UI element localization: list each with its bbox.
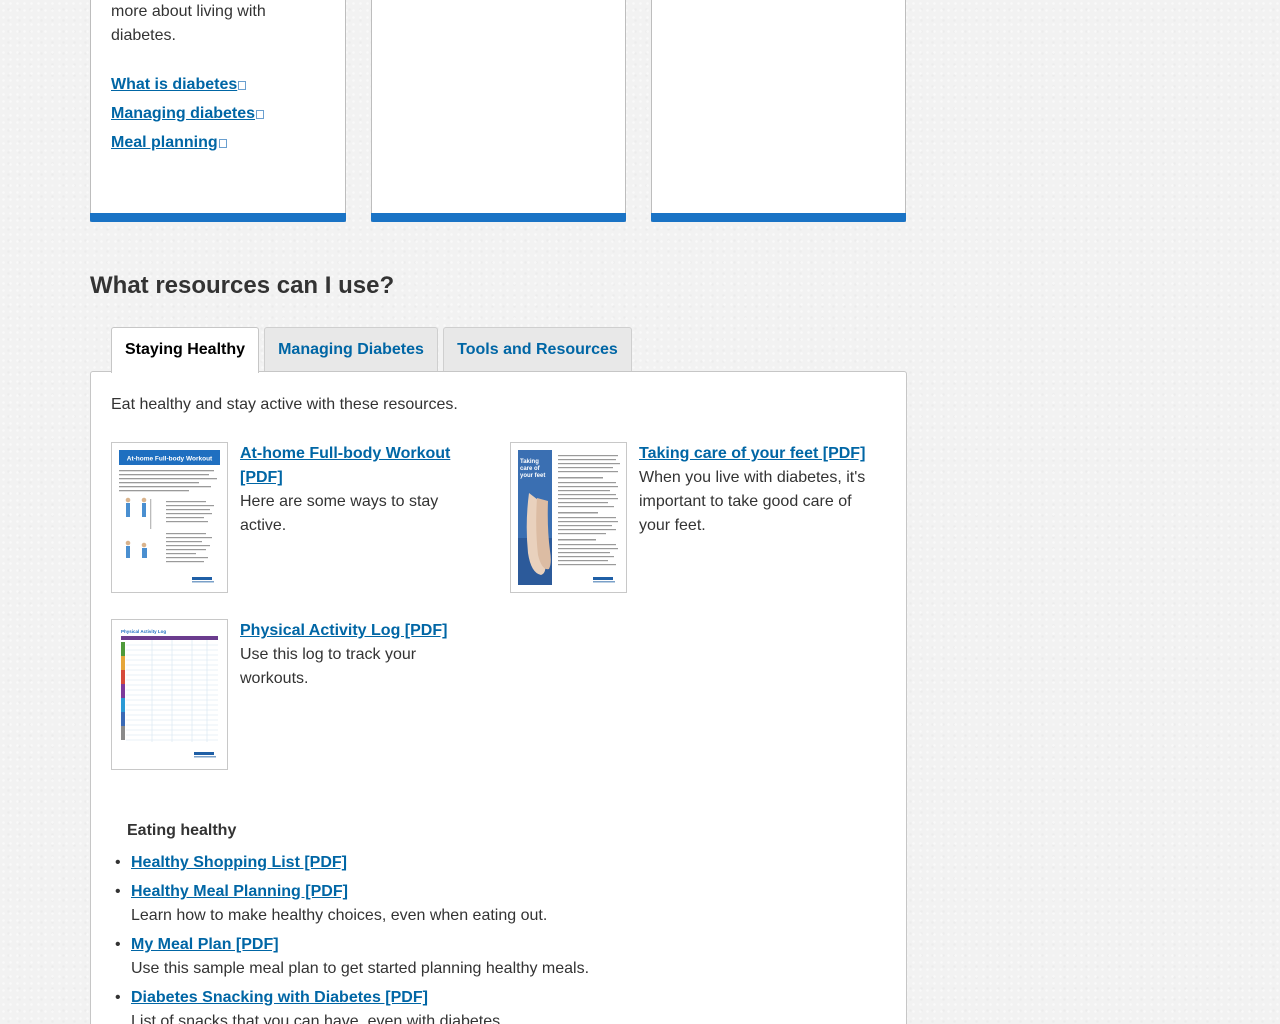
list-item: Healthy Shopping List [PDF]: [115, 851, 831, 875]
what-is-diabetes-link[interactable]: What is diabetes: [111, 76, 247, 93]
card-link-item: Managing diabetes: [111, 102, 265, 131]
info-card-2: [371, 0, 626, 222]
thumb-heading: At-home Full-body Workout: [127, 456, 213, 463]
panel-intro: Eat healthy and stay active with these r…: [111, 396, 458, 413]
tab-staying-healthy[interactable]: Staying Healthy: [111, 327, 259, 373]
meal-planning-link[interactable]: Meal planning: [111, 134, 227, 151]
card-link-item: Meal planning: [111, 131, 264, 160]
managing-diabetes-link[interactable]: Managing diabetes: [111, 105, 265, 122]
svg-text:care of: care of: [520, 466, 541, 472]
link-label: What is diabetes: [111, 76, 238, 93]
list-item-description: Learn how to make healthy choices, even …: [131, 907, 548, 924]
tab-managing-diabetes[interactable]: Managing Diabetes: [264, 327, 438, 371]
svg-text:Taking: Taking: [520, 459, 539, 465]
diabetes-snacking-link[interactable]: Diabetes Snacking with Diabetes [PDF]: [131, 989, 428, 1006]
healthy-shopping-list-link[interactable]: Healthy Shopping List [PDF]: [131, 854, 347, 871]
resources-heading: What resources can I use?: [90, 272, 395, 299]
healthy-meal-planning-link[interactable]: Healthy Meal Planning [PDF]: [131, 883, 348, 900]
tab-tools-and-resources[interactable]: Tools and Resources: [443, 327, 632, 371]
feet-pdf-link[interactable]: Taking care of your feet [PDF]: [639, 442, 879, 466]
list-item-description: Use this sample meal plan to get started…: [131, 960, 590, 977]
workout-pdf-link[interactable]: At-home Full-body Workout [PDF]: [240, 442, 470, 490]
external-link-icon: [238, 81, 247, 90]
tab-panel-staying-healthy: Eat healthy and stay active with these r…: [90, 371, 907, 1024]
list-item: My Meal Plan [PDF] Use this sample meal …: [115, 933, 831, 981]
card-link-item: What is diabetes: [111, 73, 264, 102]
workout-pdf-thumbnail[interactable]: At-home Full-body Workout: [111, 442, 228, 593]
info-card-1: more about living with diabetes. What is…: [90, 0, 346, 222]
link-label: Managing diabetes: [111, 105, 256, 122]
activity-log-pdf-thumbnail[interactable]: Physical Activity Log: [111, 619, 228, 770]
feet-description: When you live with diabetes, it's import…: [639, 469, 866, 534]
list-item: Healthy Meal Planning [PDF] Learn how to…: [115, 880, 831, 928]
list-item-description: List of snacks that you can have, even w…: [131, 1013, 505, 1024]
svg-text:your feet: your feet: [520, 473, 545, 479]
info-card-3: [651, 0, 906, 222]
activity-log-description: Use this log to track your workouts.: [240, 646, 417, 687]
card-link-list: What is diabetes Managing diabetes Meal …: [111, 73, 265, 160]
workout-description: Here are some ways to stay active.: [240, 493, 439, 534]
feet-pdf-thumbnail[interactable]: Taking care of your feet: [510, 442, 627, 593]
thumb-heading: Physical Activity Log: [121, 629, 166, 634]
list-item: Diabetes Snacking with Diabetes [PDF] Li…: [115, 986, 831, 1024]
external-link-icon: [218, 139, 227, 148]
activity-log-thumbnail-image: Physical Activity Log: [112, 620, 227, 769]
link-label: Meal planning: [111, 134, 218, 151]
my-meal-plan-link[interactable]: My Meal Plan [PDF]: [131, 936, 279, 953]
card-text: more about living with diabetes.: [111, 3, 266, 44]
eating-healthy-list: Healthy Shopping List [PDF] Healthy Meal…: [115, 851, 831, 1024]
feet-thumbnail-image: Taking care of your feet: [511, 443, 626, 592]
workout-thumbnail-image: At-home Full-body Workout: [112, 443, 227, 592]
eating-healthy-heading: Eating healthy: [127, 822, 237, 839]
activity-log-pdf-link[interactable]: Physical Activity Log [PDF]: [240, 619, 470, 643]
external-link-icon: [256, 110, 265, 119]
